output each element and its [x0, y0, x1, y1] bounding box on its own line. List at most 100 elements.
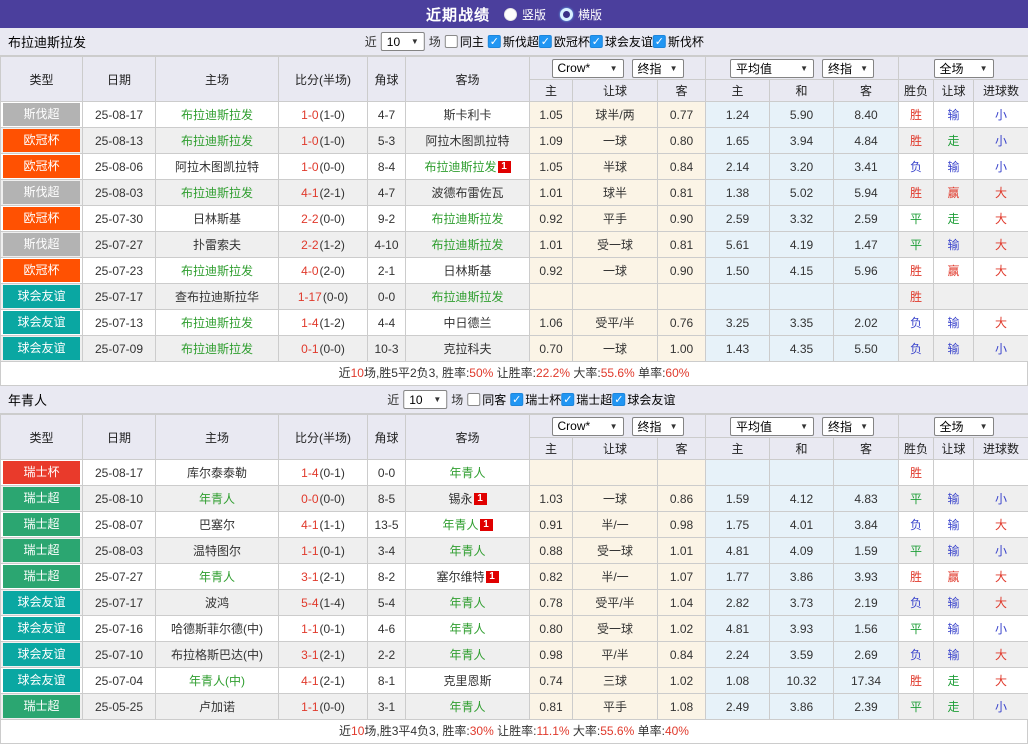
- home-team[interactable]: 波鸿: [156, 590, 279, 616]
- home-team[interactable]: 布拉格斯巴达(中): [156, 642, 279, 668]
- away-team[interactable]: 克里恩斯: [406, 668, 530, 694]
- home-team[interactable]: 查布拉迪斯拉华: [156, 284, 279, 310]
- away-team-name[interactable]: 阿拉木图凯拉特: [425, 134, 509, 148]
- home-team[interactable]: 日林斯基: [156, 206, 279, 232]
- away-team[interactable]: 布拉迪斯拉发1: [406, 154, 530, 180]
- away-team[interactable]: 年青人: [406, 694, 530, 720]
- checkbox-icon[interactable]: ✓: [561, 393, 574, 406]
- home-team-name[interactable]: 日林斯基: [193, 212, 241, 226]
- away-team[interactable]: 年青人: [406, 590, 530, 616]
- home-team[interactable]: 库尔泰泰勒: [156, 460, 279, 486]
- home-team[interactable]: 布拉迪斯拉发: [156, 258, 279, 284]
- home-team-name[interactable]: 温特图尔: [193, 544, 241, 558]
- home-team-name[interactable]: 年青人: [199, 492, 235, 506]
- match-count-select[interactable]: 10▼: [403, 390, 447, 409]
- away-team[interactable]: 布拉迪斯拉发: [406, 206, 530, 232]
- home-team[interactable]: 哈德斯菲尔德(中): [156, 616, 279, 642]
- scope-select[interactable]: 全场▼: [934, 417, 994, 436]
- match-count-select[interactable]: 10▼: [381, 32, 425, 51]
- home-team[interactable]: 布拉迪斯拉发: [156, 128, 279, 154]
- away-team[interactable]: 中日德兰: [406, 310, 530, 336]
- home-team-name[interactable]: 布拉迪斯拉发: [181, 264, 253, 278]
- home-team[interactable]: 巴塞尔: [156, 512, 279, 538]
- odds-source-select[interactable]: Crow*▼: [552, 59, 624, 78]
- home-team-name[interactable]: 布拉迪斯拉发: [181, 342, 253, 356]
- home-team[interactable]: 扑雷索夫: [156, 232, 279, 258]
- away-team-name[interactable]: 克里恩斯: [443, 674, 491, 688]
- home-team-name[interactable]: 波鸿: [205, 596, 229, 610]
- home-team-name[interactable]: 布拉迪斯拉发: [181, 186, 253, 200]
- league-filter[interactable]: ✓球会友谊: [612, 391, 675, 408]
- away-team-name[interactable]: 年青人: [449, 648, 485, 662]
- home-team-name[interactable]: 扑雷索夫: [193, 238, 241, 252]
- away-team-name[interactable]: 塞尔维特: [436, 570, 484, 584]
- home-team-name[interactable]: 布拉迪斯拉发: [181, 108, 253, 122]
- away-team-name[interactable]: 克拉科夫: [443, 342, 491, 356]
- away-team[interactable]: 年青人1: [406, 512, 530, 538]
- home-team[interactable]: 布拉迪斯拉发: [156, 180, 279, 206]
- away-team-name[interactable]: 布拉迪斯拉发: [431, 238, 503, 252]
- away-team-name[interactable]: 年青人: [449, 700, 485, 714]
- checkbox-icon[interactable]: [445, 35, 458, 48]
- checkbox-icon[interactable]: [467, 393, 480, 406]
- away-team-name[interactable]: 布拉迪斯拉发: [424, 160, 496, 174]
- home-team-name[interactable]: 年青人(中): [189, 674, 245, 688]
- checkbox-icon[interactable]: ✓: [539, 35, 552, 48]
- scope-select[interactable]: 全场▼: [934, 59, 994, 78]
- home-team-name[interactable]: 哈德斯菲尔德(中): [171, 622, 263, 636]
- checkbox-icon[interactable]: ✓: [653, 35, 666, 48]
- away-team-name[interactable]: 波德布雷佐瓦: [431, 186, 503, 200]
- checkbox-icon[interactable]: ✓: [612, 393, 625, 406]
- away-team-name[interactable]: 布拉迪斯拉发: [431, 290, 503, 304]
- away-team-name[interactable]: 年青人: [449, 544, 485, 558]
- home-team[interactable]: 卢加诺: [156, 694, 279, 720]
- team-name[interactable]: 年青人: [8, 390, 47, 409]
- same-venue-filter[interactable]: 同客: [467, 391, 506, 408]
- checkbox-icon[interactable]: ✓: [488, 35, 501, 48]
- league-filter[interactable]: ✓球会友谊: [590, 33, 653, 50]
- odds-final-select[interactable]: 终指▼: [632, 59, 684, 78]
- radio-icon[interactable]: [560, 8, 573, 21]
- checkbox-icon[interactable]: ✓: [590, 35, 603, 48]
- away-team-name[interactable]: 年青人: [442, 518, 478, 532]
- away-team[interactable]: 克拉科夫: [406, 336, 530, 362]
- away-team[interactable]: 年青人: [406, 642, 530, 668]
- league-filter[interactable]: ✓欧冠杯: [539, 33, 590, 50]
- away-team[interactable]: 年青人: [406, 616, 530, 642]
- away-team-name[interactable]: 布拉迪斯拉发: [431, 212, 503, 226]
- home-team-name[interactable]: 库尔泰泰勒: [187, 466, 247, 480]
- home-team[interactable]: 温特图尔: [156, 538, 279, 564]
- odds-final-select[interactable]: 终指▼: [632, 417, 684, 436]
- away-team[interactable]: 波德布雷佐瓦: [406, 180, 530, 206]
- home-team[interactable]: 布拉迪斯拉发: [156, 336, 279, 362]
- layout-radio-vertical[interactable]: 竖版: [504, 6, 546, 23]
- league-filter[interactable]: ✓斯伐超: [488, 33, 539, 50]
- radio-icon[interactable]: [504, 8, 517, 21]
- away-team[interactable]: 日林斯基: [406, 258, 530, 284]
- avg-source-select[interactable]: 平均值▼: [730, 417, 814, 436]
- away-team-name[interactable]: 年青人: [449, 466, 485, 480]
- home-team[interactable]: 布拉迪斯拉发: [156, 102, 279, 128]
- home-team-name[interactable]: 布拉迪斯拉发: [181, 134, 253, 148]
- home-team-name[interactable]: 布拉格斯巴达(中): [171, 648, 263, 662]
- home-team-name[interactable]: 阿拉木图凯拉特: [175, 160, 259, 174]
- avg-final-select[interactable]: 终指▼: [822, 59, 874, 78]
- away-team[interactable]: 年青人: [406, 460, 530, 486]
- layout-radio-horizontal[interactable]: 横版: [560, 6, 602, 23]
- home-team[interactable]: 年青人: [156, 564, 279, 590]
- league-filter[interactable]: ✓瑞士超: [561, 391, 612, 408]
- away-team[interactable]: 布拉迪斯拉发: [406, 232, 530, 258]
- home-team-name[interactable]: 布拉迪斯拉发: [181, 316, 253, 330]
- home-team-name[interactable]: 卢加诺: [199, 700, 235, 714]
- away-team-name[interactable]: 年青人: [449, 622, 485, 636]
- avg-source-select[interactable]: 平均值▼: [730, 59, 814, 78]
- away-team[interactable]: 锡永1: [406, 486, 530, 512]
- away-team-name[interactable]: 日林斯基: [443, 264, 491, 278]
- away-team-name[interactable]: 中日德兰: [443, 316, 491, 330]
- odds-source-select[interactable]: Crow*▼: [552, 417, 624, 436]
- away-team[interactable]: 塞尔维特1: [406, 564, 530, 590]
- league-filter[interactable]: ✓瑞士杯: [510, 391, 561, 408]
- away-team[interactable]: 斯卡利卡: [406, 102, 530, 128]
- away-team[interactable]: 年青人: [406, 538, 530, 564]
- avg-final-select[interactable]: 终指▼: [822, 417, 874, 436]
